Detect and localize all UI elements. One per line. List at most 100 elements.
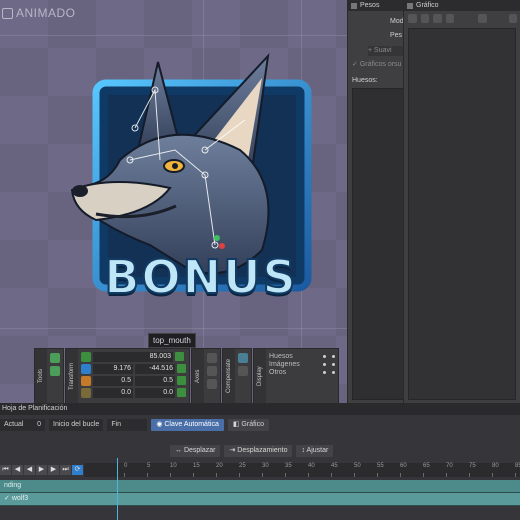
axes-label: Axes (192, 349, 204, 403)
offset-button[interactable]: ↔ Desplazar (170, 445, 221, 457)
scale-x-field[interactable]: 0.5 (93, 375, 133, 386)
translate-y-field[interactable]: -44.516 (135, 363, 175, 374)
auto-key-button[interactable]: ◉ Clave Automática (151, 419, 224, 431)
translate-icon[interactable] (81, 363, 91, 374)
rotation-key-button[interactable] (175, 352, 184, 361)
ruler-tick (285, 473, 286, 477)
transform-label: Transform (66, 349, 78, 403)
graph-button[interactable]: ◧ Gráfico (227, 419, 269, 431)
scale-icon[interactable] (81, 375, 91, 386)
frame-ruler[interactable]: 0 5 10 15 20 25 30 35 40 45 50 55 60 65 70 75 80 85 (84, 463, 520, 477)
axes-parent-icon[interactable] (207, 366, 217, 376)
ruler-tick-label: 5 (147, 463, 151, 469)
graph-tool-button[interactable] (445, 14, 454, 23)
graph-toolbar (404, 11, 520, 26)
graph-panel: Gráfico (403, 0, 520, 403)
playhead[interactable] (117, 458, 118, 520)
ruler-tick-label: 0 (124, 463, 128, 469)
rotation-field[interactable]: 85.003 (93, 351, 173, 362)
ruler-tick (124, 473, 125, 477)
visibility-dot-icon[interactable] (332, 371, 335, 374)
skip-start-icon[interactable]: ⏮ (0, 465, 11, 475)
axes-world-icon[interactable] (207, 379, 217, 389)
ruler-tick-label: 45 (331, 463, 338, 469)
shear-x-field[interactable]: 0.0 (93, 387, 133, 398)
tools-label: Tools (35, 349, 47, 403)
dopesheet-actions: ↔ Desplazar ⇥ Desplazamiento ↕ Ajustar (0, 441, 520, 461)
shear-y-field[interactable]: 0.0 (135, 387, 175, 398)
shear-key-button[interactable] (177, 388, 186, 397)
ruler-tick-label: 70 (446, 463, 453, 469)
visibility-dot-icon[interactable] (332, 363, 335, 366)
tab-graph[interactable]: Gráfico (404, 0, 520, 11)
step-back-icon[interactable]: ◀ (12, 465, 23, 475)
tab-weights[interactable]: Pesos (348, 0, 404, 11)
select-tool-icon[interactable] (50, 353, 60, 363)
scale-y-field[interactable]: 0.5 (135, 375, 175, 386)
compensate-label: Compensate (223, 349, 235, 403)
layer-row-images[interactable]: Imágenes (269, 361, 335, 368)
ruler-tick-label: 65 (423, 463, 430, 469)
ruler-tick (469, 473, 470, 477)
axes-section: Axes (191, 348, 221, 404)
graph-tool-button[interactable] (408, 14, 417, 23)
move-tool-icon[interactable] (50, 366, 60, 376)
loop-icon[interactable]: ⟳ (72, 465, 83, 475)
visibility-dot-icon[interactable] (332, 355, 335, 358)
bones-label: Huesos: (352, 77, 378, 84)
compensate-bones-icon[interactable] (238, 353, 248, 363)
ruler-tick (331, 473, 332, 477)
translate-key-button[interactable] (177, 364, 186, 373)
ruler-tick (170, 473, 171, 477)
compensate-images-icon[interactable] (238, 366, 248, 376)
graph-icon (407, 2, 413, 9)
layer-row-others[interactable]: Otros (269, 369, 335, 376)
ruler-tick-label: 50 (354, 463, 361, 469)
bones-list[interactable] (352, 88, 404, 400)
loop-start-field[interactable]: Inicio del bucle (49, 419, 104, 431)
ruler-tick-label: 10 (170, 463, 177, 469)
graph-tool-button[interactable] (420, 14, 429, 23)
layer-row-bones[interactable]: Huesos (269, 353, 335, 360)
ruler-tick (423, 473, 424, 477)
dopesheet-title: Hoja de Planificación (0, 403, 520, 415)
shift-button[interactable]: ⇥ Desplazamiento (224, 445, 293, 457)
graph-options-button[interactable] (508, 14, 517, 23)
graph-area[interactable] (408, 28, 516, 400)
graph-settings-button[interactable] (478, 14, 487, 23)
smooth-button[interactable]: + Suavi (368, 46, 404, 56)
current-frame-field[interactable]: Actual 0 (0, 419, 45, 431)
ruler-tick (239, 473, 240, 477)
visibility-dot-icon[interactable] (323, 371, 326, 374)
step-forward-icon[interactable]: ▶ (48, 465, 59, 475)
play-icon[interactable]: ▶ (36, 465, 47, 475)
play-reverse-icon[interactable]: ◀ (24, 465, 35, 475)
ruler-tick-label: 15 (193, 463, 200, 469)
axes-local-icon[interactable] (207, 353, 217, 363)
ruler-tick (262, 473, 263, 477)
adjust-button[interactable]: ↕ Ajustar (296, 445, 334, 457)
mode-row: Mod (390, 18, 404, 25)
tools-section: Tools (34, 348, 64, 404)
scale-key-button[interactable] (177, 376, 186, 385)
skip-end-icon[interactable]: ⏭ (60, 465, 71, 475)
animation-viewport[interactable]: ANIMADO BONUS top_mouth (0, 0, 347, 403)
visibility-dot-icon[interactable] (323, 355, 326, 358)
ruler-tick (515, 473, 516, 477)
visibility-dot-icon[interactable] (323, 363, 326, 366)
bone-tooltip: top_mouth (148, 333, 196, 348)
weights-icon (351, 2, 357, 9)
ruler-tick (308, 473, 309, 477)
display-label: Display (254, 349, 266, 403)
rotate-icon[interactable] (81, 351, 91, 362)
tools-transform-panel: Tools Transform 85.003 9.176 -44.516 0.5 (34, 348, 339, 404)
graphics-checkbox[interactable]: ✓ Gráficos orsu (348, 60, 404, 68)
shear-icon[interactable] (81, 387, 91, 398)
loop-end-field[interactable]: Fin (107, 419, 148, 431)
graph-tool-button[interactable] (433, 14, 442, 23)
ruler-tick-label: 85 (515, 463, 520, 469)
track-row[interactable]: nding (0, 480, 520, 493)
track-row[interactable]: ✓ wolf3 (0, 493, 520, 506)
ruler-tick-label: 20 (216, 463, 223, 469)
translate-x-field[interactable]: 9.176 (93, 363, 133, 374)
